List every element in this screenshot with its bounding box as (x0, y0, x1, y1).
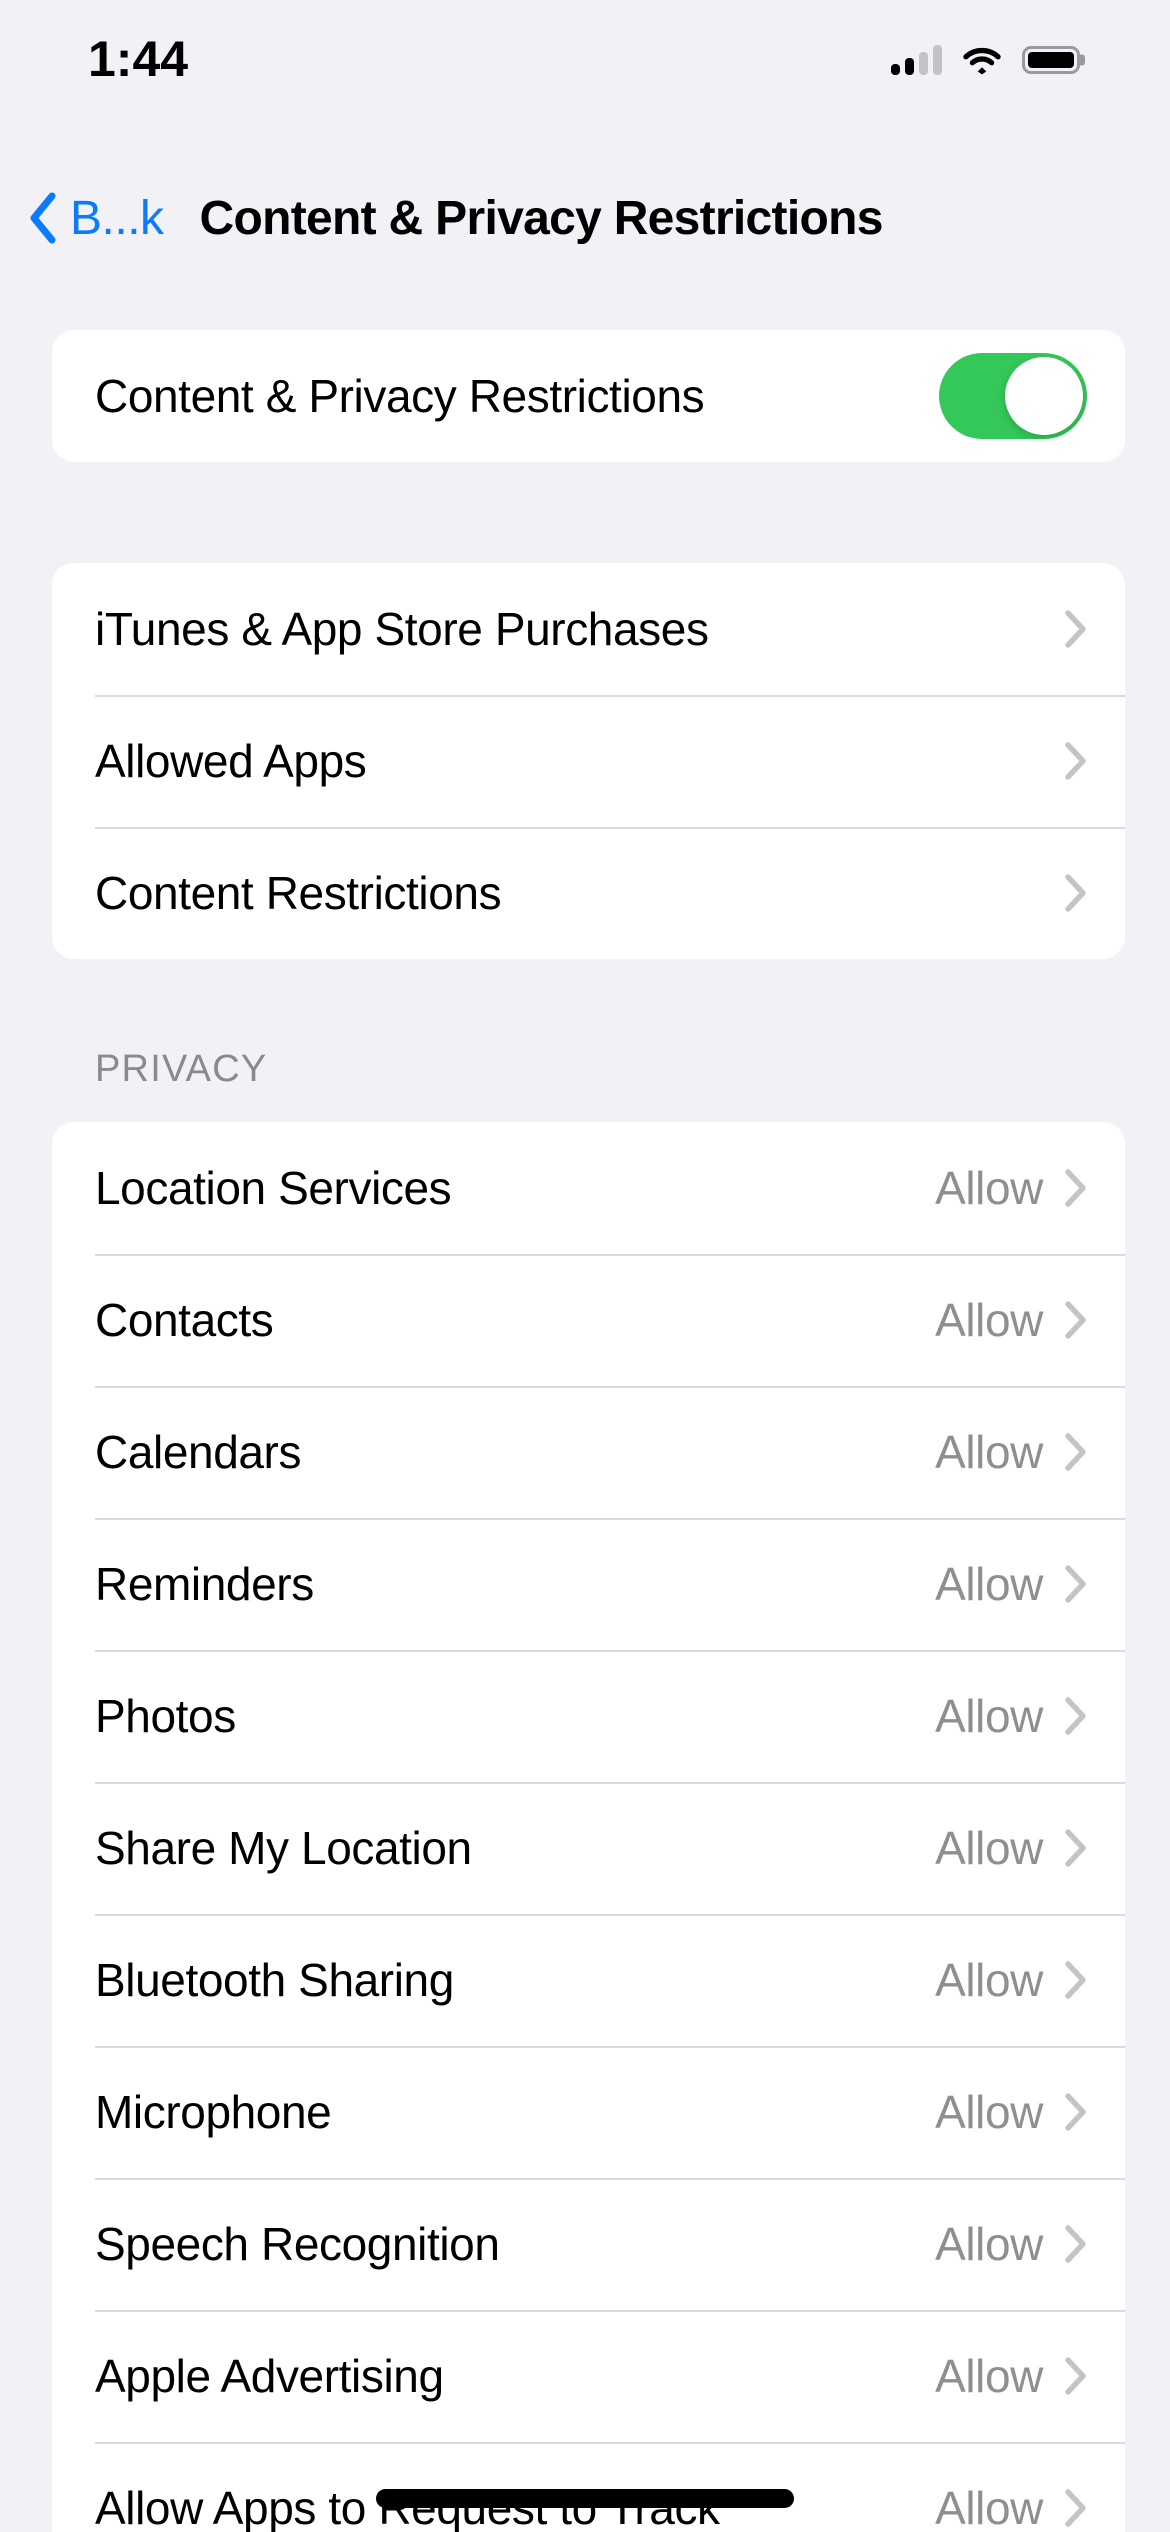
row-label: Photos (95, 1690, 236, 1742)
chevron-right-icon (1065, 2093, 1087, 2131)
row-label: Reminders (95, 1558, 314, 1610)
row-label: Content Restrictions (95, 867, 502, 919)
row-accessory (1065, 874, 1087, 912)
row-value: Allow (935, 2482, 1043, 2532)
row-apple-advertising[interactable]: Apple Advertising Allow (52, 2310, 1125, 2442)
row-value: Allow (935, 1954, 1043, 2006)
chevron-right-icon (1065, 742, 1087, 780)
chevron-right-icon (1065, 1301, 1087, 1339)
row-label: Contacts (95, 1294, 274, 1346)
row-share-my-location[interactable]: Share My Location Allow (52, 1782, 1125, 1914)
chevron-right-icon (1065, 1697, 1087, 1735)
row-photos[interactable]: Photos Allow (52, 1650, 1125, 1782)
row-accessory: Allow (935, 1821, 1087, 1875)
row-value: Allow (935, 1294, 1043, 1346)
row-label: Location Services (95, 1162, 452, 1214)
row-accessory: Allow (935, 2217, 1087, 2271)
row-accessory: Allow (935, 1557, 1087, 1611)
row-accessory: Allow (935, 1161, 1087, 1215)
privacy-section-header: PRIVACY (95, 1048, 268, 1090)
row-accessory: Allow (935, 2481, 1087, 2532)
content-privacy-toggle-card: Content & Privacy Restrictions (52, 330, 1125, 462)
row-accessory: Allow (935, 2349, 1087, 2403)
row-speech-recognition[interactable]: Speech Recognition Allow (52, 2178, 1125, 2310)
row-contacts[interactable]: Contacts Allow (52, 1254, 1125, 1386)
chevron-right-icon (1065, 2489, 1087, 2527)
row-reminders[interactable]: Reminders Allow (52, 1518, 1125, 1650)
row-value: Allow (935, 2086, 1043, 2138)
chevron-left-icon (28, 192, 58, 244)
iphone-settings-screen: 1:44 B...k Content & Privacy Restriction… (0, 0, 1170, 2532)
row-microphone[interactable]: Microphone Allow (52, 2046, 1125, 2178)
status-bar-icons (891, 45, 1080, 75)
chevron-right-icon (1065, 2357, 1087, 2395)
row-label: Apple Advertising (95, 2350, 444, 2402)
row-allowed-apps[interactable]: Allowed Apps (52, 695, 1125, 827)
chevron-right-icon (1065, 1961, 1087, 1999)
chevron-right-icon (1065, 1433, 1087, 1471)
row-label: Microphone (95, 2086, 332, 2138)
restrictions-links-card: iTunes & App Store Purchases Allowed Apps… (52, 563, 1125, 959)
chevron-right-icon (1065, 1169, 1087, 1207)
row-calendars[interactable]: Calendars Allow (52, 1386, 1125, 1518)
row-accessory: Allow (935, 1425, 1087, 1479)
row-label: Bluetooth Sharing (95, 1954, 454, 2006)
status-bar-time: 1:44 (88, 31, 189, 87)
row-value: Allow (935, 1426, 1043, 1478)
row-itunes-and-app-store-purchases[interactable]: iTunes & App Store Purchases (52, 563, 1125, 695)
row-value: Allow (935, 2218, 1043, 2270)
row-location-services[interactable]: Location Services Allow (52, 1122, 1125, 1254)
row-label: Content & Privacy Restrictions (95, 370, 705, 422)
row-accessory: Allow (935, 2085, 1087, 2139)
row-content-restrictions[interactable]: Content Restrictions (52, 827, 1125, 959)
privacy-card: Location Services Allow Contacts Allow Calen… (52, 1122, 1125, 2532)
row-accessory (1065, 742, 1087, 780)
home-indicator[interactable] (376, 2489, 794, 2508)
row-accessory (1065, 610, 1087, 648)
back-button[interactable]: B...k (28, 191, 164, 246)
row-value: Allow (935, 1558, 1043, 1610)
row-accessory: Allow (935, 1953, 1087, 2007)
row-label: Calendars (95, 1426, 302, 1478)
page-title: Content & Privacy Restrictions (199, 191, 884, 245)
back-button-label: B...k (70, 191, 164, 245)
row-label: Allowed Apps (95, 735, 367, 787)
content-privacy-restrictions-toggle[interactable] (939, 353, 1087, 439)
row-accessory: Allow (935, 1293, 1087, 1347)
row-value: Allow (935, 1822, 1043, 1874)
cellular-signal-icon (891, 45, 942, 75)
row-label: Speech Recognition (95, 2218, 500, 2270)
row-accessory: Allow (935, 1689, 1087, 1743)
chevron-right-icon (1065, 1829, 1087, 1867)
row-bluetooth-sharing[interactable]: Bluetooth Sharing Allow (52, 1914, 1125, 2046)
wifi-icon (962, 45, 1002, 75)
navigation-bar: B...k Content & Privacy Restrictions (0, 168, 1170, 268)
row-value: Allow (935, 1162, 1043, 1214)
row-value: Allow (935, 2350, 1043, 2402)
row-allow-apps-to-request-to-track[interactable]: Allow Apps to Request to TrackAllow (52, 2442, 1125, 2532)
chevron-right-icon (1065, 1565, 1087, 1603)
row-content-privacy-restrictions[interactable]: Content & Privacy Restrictions (52, 330, 1125, 462)
row-value: Allow (935, 1690, 1043, 1742)
chevron-right-icon (1065, 874, 1087, 912)
chevron-right-icon (1065, 2225, 1087, 2263)
status-bar: 1:44 (0, 0, 1170, 100)
chevron-right-icon (1065, 610, 1087, 648)
row-label: Share My Location (95, 1822, 472, 1874)
battery-icon (1022, 46, 1080, 74)
toggle-knob (1005, 357, 1083, 435)
row-label: iTunes & App Store Purchases (95, 603, 709, 655)
